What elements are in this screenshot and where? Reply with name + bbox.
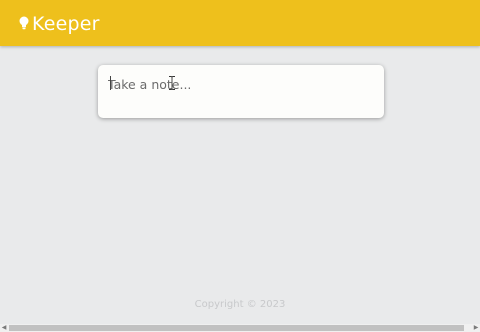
ibeam-cursor-icon	[169, 76, 175, 90]
app-title: Keeper	[32, 13, 100, 35]
scroll-left-arrow-icon[interactable]: ◀	[0, 324, 8, 332]
create-note-card	[98, 65, 384, 118]
brand: Keeper	[19, 11, 100, 37]
text-caret	[110, 76, 111, 90]
scroll-right-arrow-icon[interactable]: ▶	[472, 324, 480, 332]
horizontal-scrollbar[interactable]: ◀ ▶	[0, 324, 480, 332]
scrollbar-thumb[interactable]	[9, 325, 464, 331]
lightbulb-icon	[19, 16, 29, 30]
app-header: Keeper	[0, 0, 480, 46]
note-input[interactable]	[108, 73, 368, 95]
footer-copyright: Copyright © 2023	[194, 299, 286, 310]
